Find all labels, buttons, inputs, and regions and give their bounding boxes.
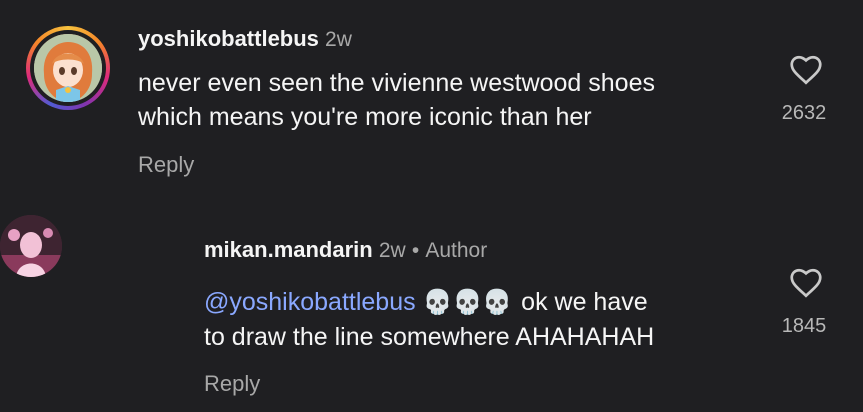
comments-thread: yoshikobattlebus 2w never even seen the … [0,0,863,412]
timestamp: 2w [378,239,406,262]
username[interactable]: yoshikobattlebus [138,26,319,51]
timestamp: 2w [325,28,352,51]
username[interactable]: mikan.mandarin [204,237,373,262]
mention-link[interactable]: @yoshikobattlebus [204,288,416,316]
comment-line: to draw the line somewhere AHAHAHAH [204,323,655,352]
comment-username-row[interactable]: yoshikobattlebus 2w [138,26,352,52]
comment-line: @yoshikobattlebus 💀💀💀 ok we have [204,285,654,320]
like-count: 2632 [781,102,827,124]
reply-button[interactable]: Reply [138,152,194,178]
comment-text-rest: ok we have [521,288,648,316]
comment-text: @yoshikobattlebus 💀💀💀 ok we have to draw… [204,285,654,354]
skull-emoji: 💀💀💀 [422,289,513,317]
separator: • [411,239,420,262]
heart-icon[interactable] [788,52,824,88]
comment-line: never even seen the vivienne westwood sh… [138,69,655,97]
reply-comment: mikan.mandarin 2w • Author @yoshikobattl… [0,215,863,412]
anime-girl-avatar-icon [34,34,102,102]
comment-text: never even seen the vivienne westwood sh… [138,66,655,134]
comment: yoshikobattlebus 2w never even seen the … [0,0,863,200]
author-badge: Author [425,239,488,262]
like-count: 1845 [781,315,827,337]
comment-line: which means you're more iconic than her [138,103,592,131]
pink-portrait-avatar-icon[interactable] [0,215,62,277]
comment-username-row: mikan.mandarin 2w • Author [204,237,487,263]
reply-button[interactable]: Reply [204,371,260,397]
avatar[interactable] [26,26,110,110]
heart-icon[interactable] [788,265,824,301]
